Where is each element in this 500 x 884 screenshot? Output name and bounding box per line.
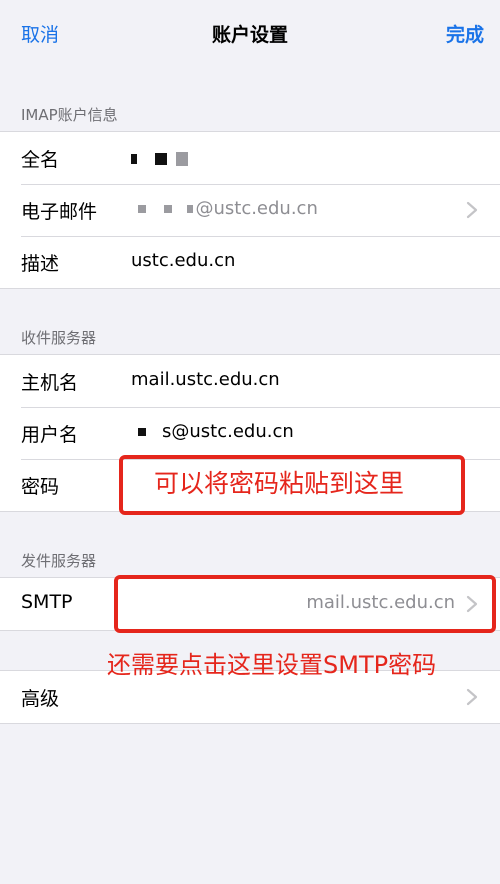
- description-row[interactable]: 描述 ustc.edu.cn: [0, 236, 500, 288]
- incoming-section-header: 收件服务器: [21, 329, 97, 347]
- fullname-row[interactable]: 全名: [0, 132, 500, 184]
- navigation-bar: 取消 账户设置 完成: [0, 0, 500, 68]
- username-label: 用户名: [21, 424, 79, 446]
- fullname-label: 全名: [21, 149, 60, 171]
- username-value: s@ustc.edu.cn: [162, 421, 294, 442]
- fullname-field[interactable]: [131, 148, 189, 169]
- chevron-right-icon: [466, 688, 478, 706]
- advanced-label: 高级: [21, 688, 60, 710]
- username-field[interactable]: s@ustc.edu.cn: [138, 421, 294, 442]
- description-field[interactable]: ustc.edu.cn: [131, 250, 235, 271]
- redacted-email-mark: [138, 205, 146, 213]
- email-field[interactable]: @ustc.edu.cn: [138, 198, 318, 219]
- password-annotation-text: 可以将密码粘贴到这里: [154, 469, 405, 498]
- email-value: @ustc.edu.cn: [195, 198, 318, 219]
- smtp-label: SMTP: [21, 591, 73, 613]
- username-row[interactable]: 用户名 s@ustc.edu.cn: [0, 407, 500, 459]
- email-label: 电子邮件: [21, 201, 98, 223]
- redacted-name-mark: [131, 154, 137, 164]
- hostname-field[interactable]: mail.ustc.edu.cn: [131, 369, 280, 390]
- smtp-annotation-text: 还需要点击这里设置SMTP密码: [107, 651, 437, 679]
- hostname-label: 主机名: [21, 372, 79, 394]
- redacted-email-mark: [187, 205, 194, 213]
- email-row[interactable]: 电子邮件 @ustc.edu.cn: [0, 184, 500, 236]
- outgoing-section-header: 发件服务器: [21, 552, 97, 570]
- description-label: 描述: [21, 253, 60, 275]
- redacted-name-mark: [154, 153, 167, 165]
- page-title: 账户设置: [211, 24, 288, 46]
- chevron-right-icon: [466, 201, 478, 219]
- redacted-email-mark: [163, 205, 172, 213]
- hostname-row[interactable]: 主机名 mail.ustc.edu.cn: [0, 355, 500, 407]
- redacted-username-mark: [138, 428, 146, 436]
- account-settings-screen: 取消 账户设置 完成 IMAP账户信息 全名 电子邮件 @ustc.edu.cn…: [0, 0, 500, 884]
- redacted-name-mark: [176, 152, 189, 166]
- smtp-annotation-box: [114, 575, 496, 633]
- password-label: 密码: [21, 476, 60, 498]
- imap-section-header: IMAP账户信息: [21, 106, 118, 124]
- done-button[interactable]: 完成: [446, 20, 484, 47]
- imap-group: 全名 电子邮件 @ustc.edu.cn 描述 ustc.edu.cn: [0, 131, 500, 289]
